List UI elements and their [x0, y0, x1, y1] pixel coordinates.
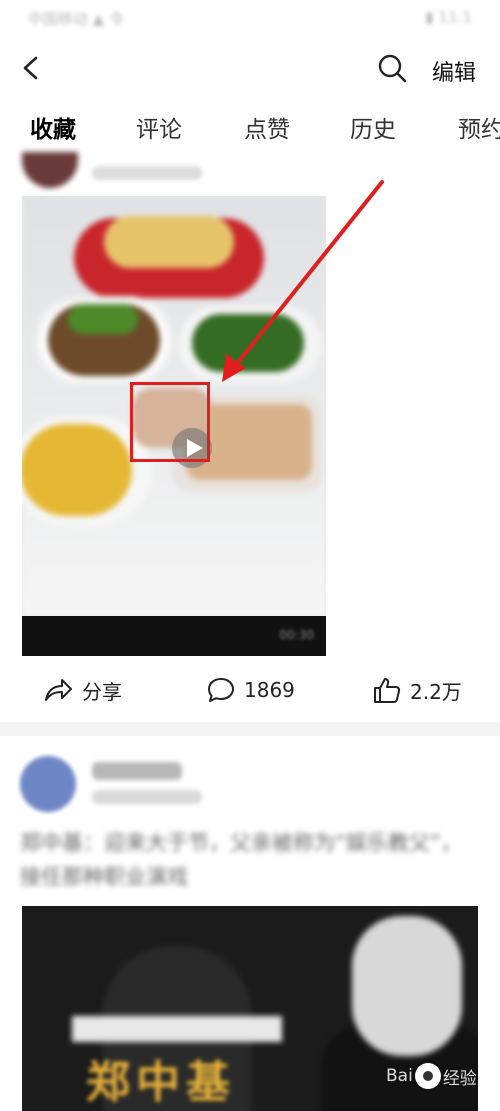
- baidu-jingyan-watermark: Bai 经验: [386, 1056, 486, 1096]
- watermark-text: Bai: [386, 1066, 413, 1086]
- tab-favorites[interactable]: 收藏: [30, 110, 76, 144]
- avatar[interactable]: [22, 152, 78, 188]
- comment-count: 1869: [244, 678, 295, 702]
- search-button[interactable]: [374, 50, 410, 86]
- status-battery-time: ▮ 11:1: [425, 8, 472, 26]
- annotation-highlight-box: [130, 382, 210, 462]
- thumbnail-overlay-title: 郑中基: [86, 1057, 236, 1108]
- avatar[interactable]: [20, 756, 76, 812]
- watermark-text2: 经验: [442, 1068, 477, 1089]
- comment-icon: [208, 678, 234, 702]
- status-carrier: 中国移动 ▲ 令: [28, 10, 125, 28]
- status-bar: 中国移动 ▲ 令 ▮ 11:1: [0, 0, 500, 38]
- favorite-post-card: 00:30 分享 1869 2.2万: [0, 152, 500, 722]
- tab-bar: 收藏 评论 点赞 历史 预约: [0, 100, 500, 152]
- top-bar: 编辑: [0, 38, 500, 100]
- like-count: 2.2万: [410, 679, 462, 704]
- post-meta: [92, 166, 202, 180]
- share-label: 分享: [82, 679, 122, 704]
- thumbs-up-icon: [374, 678, 401, 703]
- tab-comments[interactable]: 评论: [136, 110, 182, 144]
- tab-reservations[interactable]: 预约: [458, 110, 500, 144]
- tab-likes[interactable]: 点赞: [244, 110, 290, 144]
- tab-history[interactable]: 历史: [350, 110, 396, 144]
- search-icon: [378, 54, 407, 83]
- paw-logo-icon: [414, 1063, 441, 1089]
- second-post-card: 郑中基：迎来大于节，父亲被称为“娱乐教父”，接任那种职业演戏 郑中基: [0, 736, 500, 1111]
- author-name[interactable]: [92, 762, 182, 780]
- share-button[interactable]: 分享: [42, 670, 122, 710]
- post-headline[interactable]: 郑中基：迎来大于节，父亲被称为“娱乐教父”，接任那种职业演戏: [20, 826, 480, 894]
- like-button[interactable]: 2.2万: [372, 670, 462, 710]
- video-duration: 00:30: [279, 628, 314, 642]
- share-icon: [45, 679, 72, 701]
- back-button[interactable]: [14, 50, 50, 86]
- edit-button[interactable]: 编辑: [432, 55, 476, 87]
- comment-button[interactable]: 1869: [206, 670, 295, 710]
- chevron-left-icon: [23, 56, 38, 80]
- post-actions: 分享 1869 2.2万: [0, 670, 500, 710]
- post-meta: [92, 790, 202, 804]
